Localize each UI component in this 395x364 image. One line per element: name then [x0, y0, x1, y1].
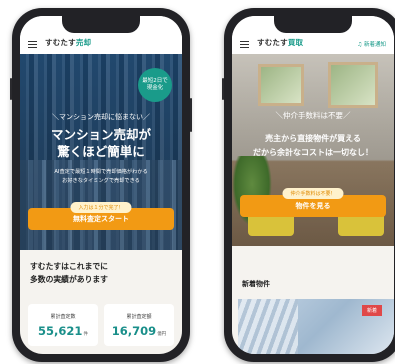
- achievements-heading: すむたすはこれまでに 多数の実績があります: [30, 262, 108, 284]
- logo[interactable]: すむたす売却: [45, 37, 91, 48]
- hero-tagline: ＼マンション売却に悩まない／: [52, 113, 150, 121]
- new-badge: 新着: [361, 305, 382, 316]
- cash-badge: 最短2日で 現金化: [138, 68, 172, 102]
- no-fee-pill: 仲介手数料は不要！: [282, 188, 344, 199]
- hero-description: AI査定で最短１時間で売却価格がわかる お好きなタイミングで売却できる: [54, 169, 148, 184]
- notch: [62, 16, 140, 33]
- screen-right: すむたす買取 ♫ 新着通知 ＼仲介手数料は不要／ 売主から直接物件が買える だか…: [232, 16, 394, 354]
- property-card[interactable]: 新着: [238, 299, 394, 354]
- wall-art-image: [258, 64, 304, 106]
- stat-card: 累計査定額 16,709億円: [104, 304, 174, 346]
- notch: [274, 16, 352, 33]
- bell-icon: ♫: [357, 42, 363, 48]
- screen-left: すむたす売却 最短2日で 現金化 ＼マンション売却に悩まない／ マンション売却が …: [20, 16, 182, 354]
- phone-left: すむたす売却 最短2日で 現金化 ＼マンション売却に悩まない／ マンション売却が …: [10, 8, 192, 362]
- menu-icon[interactable]: [240, 41, 249, 48]
- phone-right: すむたす買取 ♫ 新着通知 ＼仲介手数料は不要／ 売主から直接物件が買える だか…: [222, 8, 395, 362]
- power-button: [190, 98, 192, 132]
- menu-icon[interactable]: [28, 41, 37, 48]
- hero-title: マンション売却が 驚くほど簡単に: [50, 127, 151, 159]
- stat-label: 累計査定数: [50, 313, 76, 320]
- hero-banner: ＼仲介手数料は不要／ 売主から直接物件が買える だから余計なコストは一切なし！ …: [232, 54, 394, 246]
- wall-art-image: [328, 62, 378, 108]
- stat-value: 55,621件: [38, 323, 88, 338]
- input-time-pill: 入力は１分で完了！: [70, 202, 132, 213]
- stat-label: 累計査定額: [126, 313, 152, 320]
- hero-tagline: ＼仲介手数料は不要／: [275, 111, 351, 120]
- hero-title: 売主から直接物件が買える だから余計なコストは一切なし！: [253, 134, 373, 157]
- hero-banner: 最短2日で 現金化 ＼マンション売却に悩まない／ マンション売却が 驚くほど簡単に…: [20, 54, 182, 250]
- stat-value: 16,709億円: [111, 323, 167, 338]
- building-image: [238, 299, 298, 354]
- logo[interactable]: すむたす買取: [257, 37, 303, 48]
- stats-row: 累計査定数 55,621件 累計査定額 16,709億円: [28, 304, 174, 346]
- new-notification-link[interactable]: ♫ 新着通知: [357, 40, 386, 48]
- new-listings-heading: 新着物件: [242, 280, 270, 288]
- volume-button: [10, 78, 12, 100]
- stat-card: 累計査定数 55,621件: [28, 304, 98, 346]
- volume-button: [222, 78, 224, 100]
